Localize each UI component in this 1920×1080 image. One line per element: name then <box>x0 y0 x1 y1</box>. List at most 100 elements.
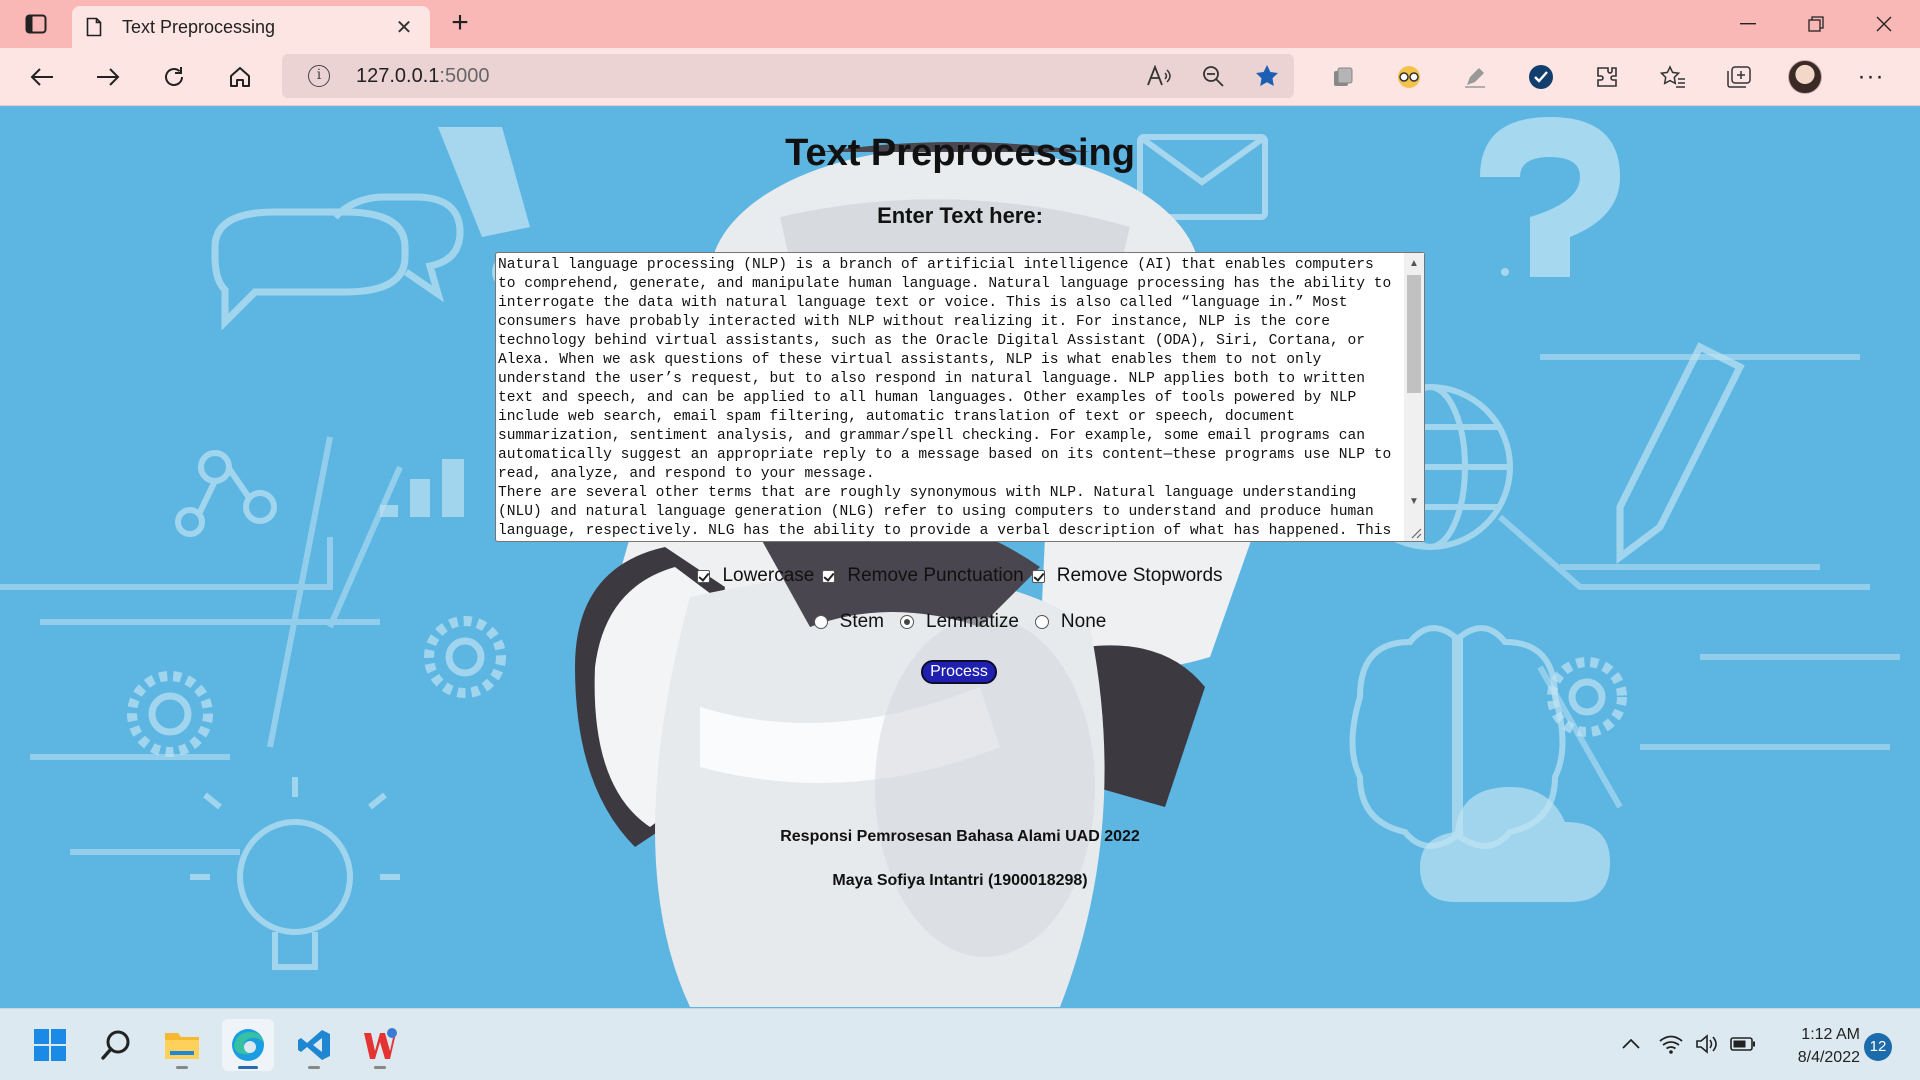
author-credit: Maya Sofiya Intantri (1900018298) <box>832 872 1088 889</box>
web-page: Text Preprocessing Enter Text here: Natu… <box>0 107 1920 1008</box>
edge-browser-button[interactable] <box>222 1019 274 1071</box>
normalization-options: Stem Lemmatize None <box>0 611 1920 633</box>
minimize-icon <box>1740 23 1756 25</box>
stem-option[interactable]: Stem <box>813 611 884 633</box>
preprocessing-options: Lowercase Remove Punctuation Remove Stop… <box>0 565 1920 587</box>
close-icon <box>1876 16 1892 32</box>
speaker-icon <box>1696 1034 1717 1054</box>
battery-icon <box>1730 1037 1755 1051</box>
none-option[interactable]: None <box>1034 611 1107 633</box>
tab-title: Text Preprocessing <box>122 16 276 37</box>
home-icon <box>230 67 250 87</box>
running-indicator <box>176 1066 188 1069</box>
url-port: :5000 <box>439 64 490 87</box>
check-extension-icon[interactable] <box>1508 58 1574 96</box>
document-icon <box>86 17 102 37</box>
lemmatize-label: Lemmatize <box>926 611 1019 632</box>
refresh-button[interactable] <box>154 58 194 96</box>
tab-bar: Text Preprocessing ✕ + <box>0 0 1920 48</box>
restore-button[interactable] <box>1788 6 1844 42</box>
site-info-icon[interactable]: i <box>308 65 330 87</box>
textarea-scrollbar[interactable]: ▲ ▼ <box>1404 253 1424 541</box>
show-hidden-icons-button[interactable] <box>1616 1029 1646 1059</box>
text-input-area[interactable]: Natural language processing (NLP) is a b… <box>495 252 1425 542</box>
remove-punctuation-option[interactable]: Remove Punctuation <box>822 565 1024 587</box>
battery-status[interactable] <box>1728 1029 1758 1059</box>
avatar <box>1788 60 1822 94</box>
remove-stopwords-label: Remove Stopwords <box>1056 565 1223 586</box>
wifi-status[interactable] <box>1656 1029 1686 1059</box>
folder-icon <box>165 1033 199 1059</box>
windows-taskbar: 1:12 AM 8/4/2022 12 <box>0 1008 1920 1080</box>
read-aloud-icon[interactable] <box>1132 65 1186 87</box>
lowercase-option[interactable]: Lowercase <box>697 565 814 587</box>
close-window-button[interactable] <box>1856 6 1912 42</box>
notification-badge[interactable]: 12 <box>1864 1033 1892 1061</box>
vscode-button[interactable] <box>288 1019 340 1071</box>
pen-extension-icon[interactable] <box>1442 58 1508 96</box>
course-credit: Responsi Pemrosesan Bahasa Alami UAD 202… <box>780 828 1140 845</box>
profile-avatar[interactable] <box>1772 58 1838 96</box>
search-button[interactable] <box>90 1019 142 1071</box>
clock-date: 8/4/2022 <box>1797 1049 1860 1066</box>
scroll-up-icon[interactable]: ▲ <box>1404 255 1424 273</box>
collections-icon[interactable] <box>1706 58 1772 96</box>
wps-office-icon <box>364 1028 397 1059</box>
none-radio[interactable] <box>1034 615 1049 629</box>
browser-toolbar: i 127.0.0.1:5000 ··· <box>0 48 1920 106</box>
url-host: 127.0.0.1 <box>356 64 440 87</box>
volume-control[interactable] <box>1692 1029 1722 1059</box>
remove-stopwords-option[interactable]: Remove Stopwords <box>1031 565 1223 587</box>
minimize-button[interactable] <box>1720 6 1776 42</box>
file-explorer-button[interactable] <box>156 1019 208 1071</box>
remove-punctuation-checkbox[interactable] <box>822 569 836 583</box>
none-label: None <box>1060 611 1107 632</box>
lowercase-checkbox[interactable] <box>697 569 711 583</box>
taskbar-clock[interactable]: 1:12 AM 8/4/2022 <box>1760 1023 1860 1069</box>
favorites-icon[interactable] <box>1640 58 1706 96</box>
new-tab-button[interactable]: + <box>444 8 476 40</box>
collections-extension-icon[interactable] <box>1310 58 1376 96</box>
close-tab-icon[interactable]: ✕ <box>392 15 416 40</box>
wifi-icon <box>1659 1035 1683 1054</box>
chevron-up-icon <box>1622 1039 1640 1049</box>
zoom-out-icon[interactable] <box>1186 65 1240 87</box>
back-arrow-icon <box>30 68 53 86</box>
search-icon <box>101 1030 130 1060</box>
browser-tab[interactable]: Text Preprocessing ✕ <box>72 6 430 48</box>
address-bar[interactable]: i 127.0.0.1:5000 <box>282 54 1294 98</box>
extension-glasses-icon[interactable] <box>1376 58 1442 96</box>
remove-punctuation-label: Remove Punctuation <box>847 565 1024 586</box>
page-title: Text Preprocessing <box>785 132 1135 174</box>
edge-icon <box>232 1029 264 1061</box>
tab-actions-button[interactable] <box>14 10 58 38</box>
tab-actions-icon <box>25 14 47 34</box>
stem-radio[interactable] <box>813 615 828 629</box>
windows-logo-icon <box>34 1029 66 1061</box>
home-button[interactable] <box>220 58 260 96</box>
lowercase-label: Lowercase <box>722 565 815 586</box>
restore-icon <box>1808 16 1824 32</box>
extensions-icon[interactable] <box>1574 58 1640 96</box>
scroll-down-icon[interactable]: ▼ <box>1404 493 1424 511</box>
wps-office-button[interactable] <box>354 1019 406 1071</box>
refresh-icon <box>165 67 183 86</box>
lemmatize-radio[interactable] <box>900 615 914 629</box>
input-prompt-label: Enter Text here: <box>877 203 1043 228</box>
start-button[interactable] <box>24 1019 76 1071</box>
scrollbar-thumb[interactable] <box>1407 275 1421 393</box>
more-options-icon[interactable]: ··· <box>1838 58 1904 96</box>
forward-button[interactable] <box>88 58 128 96</box>
running-indicator <box>308 1066 320 1069</box>
back-button[interactable] <box>22 58 62 96</box>
remove-stopwords-checkbox[interactable] <box>1031 569 1045 583</box>
clock-time: 1:12 AM <box>1801 1026 1860 1043</box>
forward-arrow-icon <box>97 68 120 86</box>
running-indicator <box>374 1066 386 1069</box>
process-button[interactable]: Process <box>921 660 997 684</box>
vscode-icon <box>298 1030 330 1060</box>
stem-label: Stem <box>839 611 884 632</box>
lemmatize-option[interactable]: Lemmatize <box>900 611 1019 633</box>
resize-grip-icon[interactable] <box>1408 525 1422 539</box>
favorite-star-icon[interactable] <box>1240 64 1294 88</box>
